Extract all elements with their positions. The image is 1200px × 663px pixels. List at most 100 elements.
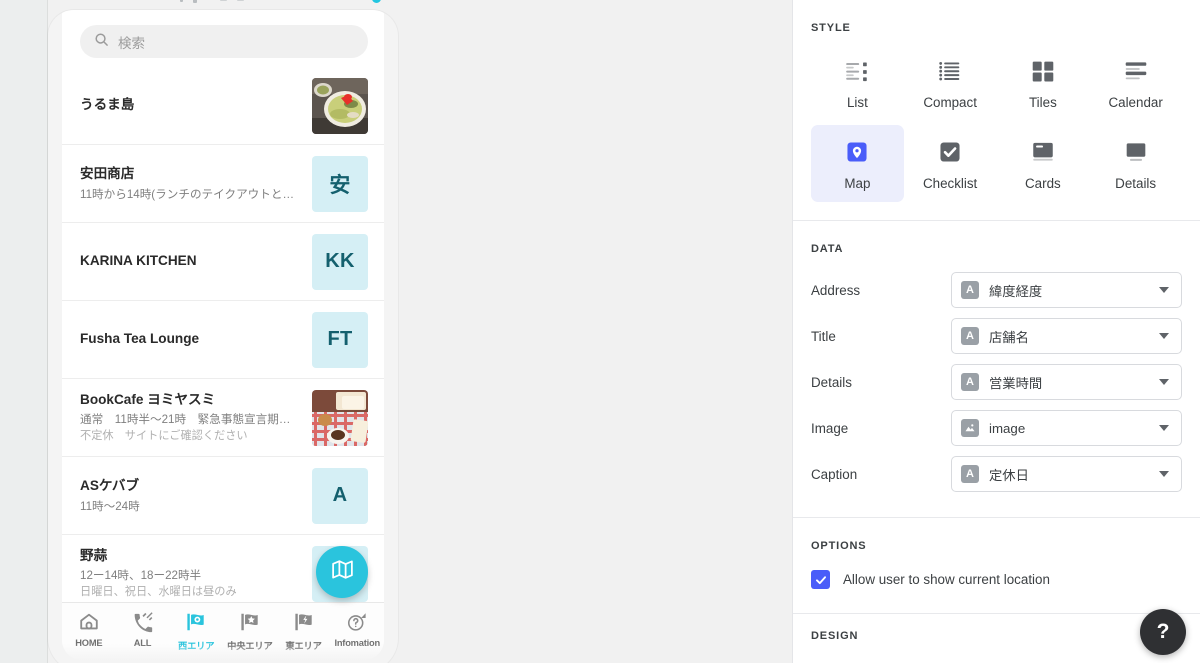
tiles-icon <box>1030 56 1056 86</box>
tab-information[interactable]: Infomation <box>330 610 384 648</box>
tab-east-area[interactable]: 東エリア <box>277 610 331 652</box>
list-item-title: BookCafe ヨミヤスミ <box>80 392 216 408</box>
list-item-text: 野蒜 12ー14時、18ー22時半 日曜日、祝日、水曜日は昼のみ <box>80 547 312 600</box>
inspector-panel: STYLE List Compact Tiles Calendar Map Ch… <box>792 0 1200 663</box>
tab-label: 西エリア <box>177 641 215 651</box>
details-select[interactable]: A 営業時間 <box>951 364 1182 400</box>
check-icon <box>815 575 826 584</box>
list-item[interactable]: BookCafe ヨミヤスミ 通常 11時半〜21時 緊急事態宣言期… 不定休 … <box>62 379 384 457</box>
flag-gear-icon <box>185 610 207 634</box>
style-option-grid: List Compact Tiles Calendar Map Checklis… <box>811 44 1182 220</box>
style-option-label: Tiles <box>1028 95 1057 110</box>
list-item-text: 安田商店 11時から14時(ランチのテイクアウトと… <box>80 165 312 201</box>
allow-current-location-row[interactable]: Allow user to show current location <box>811 552 1182 613</box>
style-option-compact[interactable]: Compact <box>904 44 997 121</box>
list-item-subtitle: 11時から14時(ランチのテイクアウトと… <box>80 187 295 201</box>
style-option-label: Details <box>1115 176 1157 191</box>
data-row-image: Image image <box>811 405 1182 451</box>
image-select-value: image <box>989 420 1026 436</box>
data-field-label: Details <box>811 374 852 390</box>
image-select[interactable]: image <box>951 410 1182 446</box>
place-list: うるま島 安田商店 11時から14時(ランチのテイクアウトと… 安 KARINA… <box>62 67 384 613</box>
list-item-subtitle-2: 不定休 サイトにご確認ください <box>80 430 248 443</box>
list-item[interactable]: うるま島 <box>62 67 384 145</box>
list-item[interactable]: KARINA KITCHEN KK <box>62 223 384 301</box>
initials-text: KK <box>325 250 355 272</box>
title-select[interactable]: A 店舗名 <box>951 318 1182 354</box>
chevron-down-icon <box>1159 379 1169 385</box>
checklist-icon <box>937 137 963 167</box>
list-item-text: ASケバブ 11時〜24時 <box>80 477 312 513</box>
style-option-calendar[interactable]: Calendar <box>1089 44 1182 121</box>
data-section: DATA Address A 緯度経度 Title A 店舗名 Details … <box>793 220 1200 517</box>
data-row-address: Address A 緯度経度 <box>811 267 1182 313</box>
list-item-subtitle: 通常 11時半〜21時 緊急事態宣言期… <box>80 413 291 427</box>
tab-home[interactable]: HOME <box>62 610 116 648</box>
chevron-down-icon <box>1159 287 1169 293</box>
list-item[interactable]: Fusha Tea Lounge FT <box>62 301 384 379</box>
initials-avatar: KK <box>312 233 368 290</box>
canvas-left-strip <box>0 0 48 663</box>
style-option-tiles[interactable]: Tiles <box>997 44 1090 121</box>
phone-fork-icon <box>132 610 154 634</box>
list-item[interactable]: ASケバブ 11時〜24時 A <box>62 457 384 535</box>
initials-text: FT <box>327 328 353 350</box>
options-section-label: OPTIONS <box>811 540 867 552</box>
search-input[interactable]: 検索 <box>80 25 368 58</box>
home-icon <box>78 610 100 634</box>
style-option-label: Cards <box>1025 176 1061 191</box>
text-column-icon: A <box>961 373 979 391</box>
data-field-label: Address <box>811 282 861 298</box>
chevron-down-icon <box>1159 333 1169 339</box>
cards-icon <box>1030 137 1056 167</box>
list-item-title: 安田商店 <box>80 166 135 182</box>
text-column-icon: A <box>961 281 979 299</box>
phone-device-frame: 検索 うるま島 安田商店 11時から14時(ランチのテイクアウトと… 安 KAR… <box>48 10 398 663</box>
text-column-icon: A <box>961 327 979 345</box>
phone-screen: 検索 うるま島 安田商店 11時から14時(ランチのテイクアウトと… 安 KAR… <box>62 10 384 660</box>
address-select[interactable]: A 緯度経度 <box>951 272 1182 308</box>
initials-avatar: A <box>312 467 368 524</box>
chevron-down-icon <box>1159 471 1169 477</box>
app-root: 検索 うるま島 安田商店 11時から14時(ランチのテイクアウトと… 安 KAR… <box>0 0 1200 663</box>
allow-current-location-checkbox[interactable] <box>811 570 830 589</box>
style-option-label: Calendar <box>1108 95 1163 110</box>
caption-select[interactable]: A 定休日 <box>951 456 1182 492</box>
data-field-label: Image <box>811 420 849 436</box>
thumbnail-image <box>312 389 368 446</box>
tab-label: ALL <box>133 638 152 648</box>
initials-avatar: FT <box>312 311 368 368</box>
flag-bolt-icon <box>293 610 315 634</box>
tab-west-area[interactable]: 西エリア <box>169 610 223 652</box>
text-column-icon: A <box>961 465 979 483</box>
tab-central-area[interactable]: 中央エリア <box>223 610 277 652</box>
tab-label: Infomation <box>334 638 380 648</box>
style-option-label: List <box>846 95 868 110</box>
list-item-title: うるま島 <box>80 97 135 113</box>
map-icon <box>330 557 355 587</box>
tab-all[interactable]: ALL <box>116 610 170 648</box>
style-option-map[interactable]: Map <box>811 125 904 202</box>
data-row-caption: Caption A 定休日 <box>811 451 1182 497</box>
help-button[interactable]: ? <box>1140 609 1186 655</box>
style-option-list[interactable]: List <box>811 44 904 121</box>
initials-text: 安 <box>329 173 351 197</box>
list-item-title: 野蒜 <box>80 548 108 564</box>
design-section: DESIGN <box>793 613 1200 642</box>
map-fab-button[interactable] <box>316 546 368 598</box>
style-option-label: Checklist <box>922 176 978 191</box>
style-option-checklist[interactable]: Checklist <box>904 125 997 202</box>
list-item-subtitle: 11時〜24時 <box>80 499 140 513</box>
list-item[interactable]: 安田商店 11時から14時(ランチのテイクアウトと… 安 <box>62 145 384 223</box>
style-option-details[interactable]: Details <box>1089 125 1182 202</box>
search-placeholder: 検索 <box>118 35 145 51</box>
calendar-icon <box>1123 56 1149 86</box>
tab-label: HOME <box>75 638 103 648</box>
style-section-label: STYLE <box>811 22 851 34</box>
data-field-rows: Address A 緯度経度 Title A 店舗名 Details A 営業時… <box>811 255 1182 517</box>
allow-current-location-label: Allow user to show current location <box>843 572 1050 587</box>
image-column-icon <box>961 419 979 437</box>
list-item-text: BookCafe ヨミヤスミ 通常 11時半〜21時 緊急事態宣言期… 不定休 … <box>80 391 312 444</box>
style-option-cards[interactable]: Cards <box>997 125 1090 202</box>
list-item-text: KARINA KITCHEN <box>80 252 312 270</box>
